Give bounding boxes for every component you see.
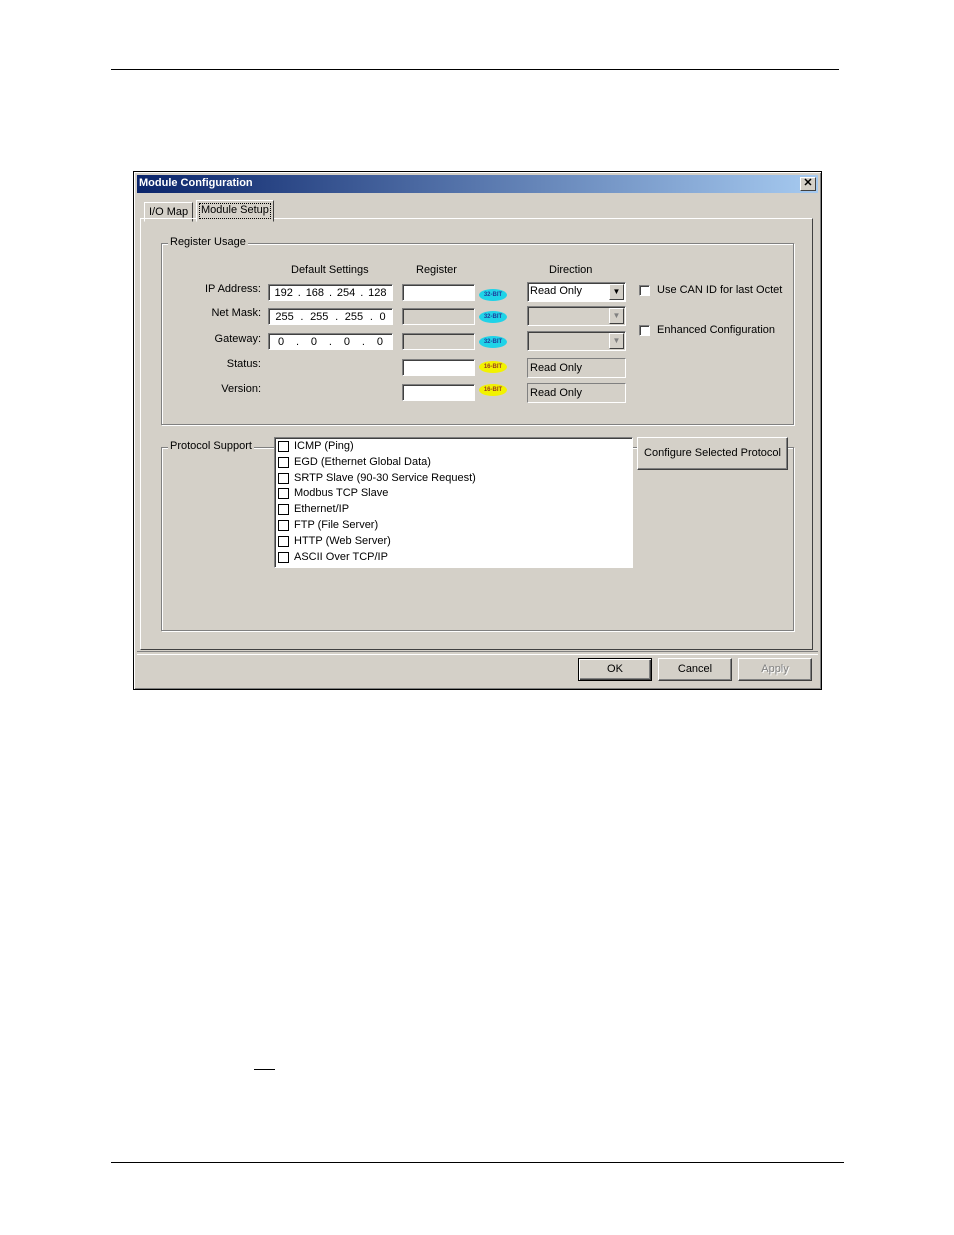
bit-16-badge: 16-BIT — [479, 361, 507, 373]
octet: 0 — [376, 335, 383, 348]
ip-address-label: IP Address: — [204, 283, 261, 295]
title-bar[interactable]: Module Configuration ✕ — [137, 175, 818, 193]
bit-32-badge: 32-BIT — [479, 289, 507, 301]
version-direction-readonly: Read Only — [527, 383, 626, 403]
close-icon: ✕ — [803, 177, 813, 189]
dot: . — [328, 286, 333, 299]
dialog-title: Module Configuration — [139, 177, 253, 189]
gateway-direction-select: ▼ — [527, 331, 626, 351]
dot: . — [328, 335, 332, 348]
protocol-checkbox[interactable] — [278, 441, 289, 452]
protocol-label: EGD (Ethernet Global Data) — [294, 456, 431, 468]
octet: 255 — [344, 310, 364, 323]
protocol-label: FTP (File Server) — [294, 519, 379, 531]
octet: 0 — [379, 310, 386, 323]
chevron-down-icon[interactable]: ▼ — [609, 284, 624, 300]
bit-32-badge: 32-BIT — [479, 311, 507, 323]
protocol-checkbox[interactable] — [278, 504, 289, 515]
enhanced-configuration-label[interactable]: Enhanced Configuration — [657, 324, 775, 336]
protocol-checkbox[interactable] — [278, 520, 289, 531]
ip-address-direction-select[interactable]: Read Only ▼ — [527, 282, 626, 302]
status-register-input[interactable] — [402, 359, 475, 376]
protocol-label: Modbus TCP Slave — [294, 487, 389, 499]
gateway-register-input — [402, 333, 475, 350]
net-mask-register-input — [402, 308, 475, 325]
close-button[interactable]: ✕ — [800, 177, 816, 191]
gateway-label: Gateway: — [214, 333, 261, 345]
protocol-label: SRTP Slave (90-30 Service Request) — [294, 472, 476, 484]
bit-16-badge: 16-BIT — [479, 384, 507, 396]
dot: . — [361, 335, 365, 348]
chevron-down-icon: ▼ — [609, 333, 624, 349]
protocol-checkbox[interactable] — [278, 552, 289, 563]
dot: . — [335, 310, 339, 323]
protocol-checkbox[interactable] — [278, 536, 289, 547]
dot: . — [300, 310, 304, 323]
direction-value: Read Only — [530, 285, 582, 297]
configure-selected-protocol-button[interactable]: Configure Selected Protocol — [637, 437, 788, 470]
module-configuration-dialog: Module Configuration ✕ I/O Map Module Se… — [133, 171, 822, 690]
apply-button: Apply — [738, 658, 812, 681]
use-can-id-label[interactable]: Use CAN ID for last Octet — [657, 284, 782, 296]
net-mask-direction-select: ▼ — [527, 306, 626, 326]
header-direction: Direction — [549, 264, 593, 276]
page-header-rule — [111, 69, 839, 70]
dot: . — [297, 286, 301, 299]
octet: 192 — [274, 286, 293, 299]
header-default-settings: Default Settings — [291, 264, 369, 276]
version-label: Version: — [221, 383, 261, 395]
ip-address-register-input[interactable] — [402, 284, 475, 301]
bit-32-badge: 32-BIT — [479, 336, 507, 348]
protocol-label: HTTP (Web Server) — [294, 535, 391, 547]
protocol-checkbox[interactable] — [278, 488, 289, 499]
octet: 0 — [310, 335, 318, 348]
module-setup-panel: Register Usage Default Settings Register… — [140, 218, 813, 650]
tab-label: Module Setup — [201, 204, 269, 216]
chevron-down-icon: ▼ — [609, 308, 624, 324]
protocol-label: ICMP (Ping) — [294, 440, 354, 452]
net-mask-field[interactable]: 255. 255. 255. 0 — [268, 308, 393, 325]
status-label: Status: — [226, 358, 261, 370]
octet: 0 — [277, 335, 285, 348]
protocol-checkbox[interactable] — [278, 457, 289, 468]
status-direction-readonly: Read Only — [527, 358, 626, 378]
button-separator — [137, 651, 818, 655]
tab-module-setup[interactable]: Module Setup — [196, 200, 274, 222]
dot: . — [295, 335, 300, 348]
cancel-button[interactable]: Cancel — [658, 658, 732, 681]
octet: 255 — [275, 310, 294, 323]
octet: 254 — [336, 286, 356, 299]
protocol-label: Ethernet/IP — [294, 503, 350, 515]
header-register: Register — [416, 264, 457, 276]
page-footer-rule — [111, 1162, 844, 1163]
octet: 128 — [368, 286, 387, 299]
dot: . — [369, 310, 373, 323]
gateway-field[interactable]: 0. 0. 0. 0 — [268, 333, 393, 350]
octet: 255 — [310, 310, 329, 323]
net-mask-label: Net Mask: — [211, 307, 261, 319]
protocol-list[interactable]: ICMP (Ping) EGD (Ethernet Global Data) S… — [274, 437, 633, 568]
register-usage-legend: Register Usage — [168, 236, 248, 248]
ip-address-field[interactable]: 192. 168. 254. 128 — [268, 284, 393, 301]
protocol-label: ASCII Over TCP/IP — [294, 551, 388, 563]
tab-label: I/O Map — [149, 206, 189, 218]
use-can-id-checkbox[interactable] — [639, 285, 650, 296]
dot: . — [360, 286, 364, 299]
enhanced-configuration-checkbox[interactable] — [639, 325, 650, 336]
protocol-checkbox[interactable] — [278, 473, 289, 484]
octet: 168 — [305, 286, 325, 299]
ok-button[interactable]: OK — [578, 658, 652, 681]
protocol-support-legend: Protocol Support — [168, 440, 254, 452]
octet: 0 — [343, 335, 350, 348]
underline-mark — [254, 1069, 275, 1070]
version-register-input[interactable] — [402, 384, 475, 401]
